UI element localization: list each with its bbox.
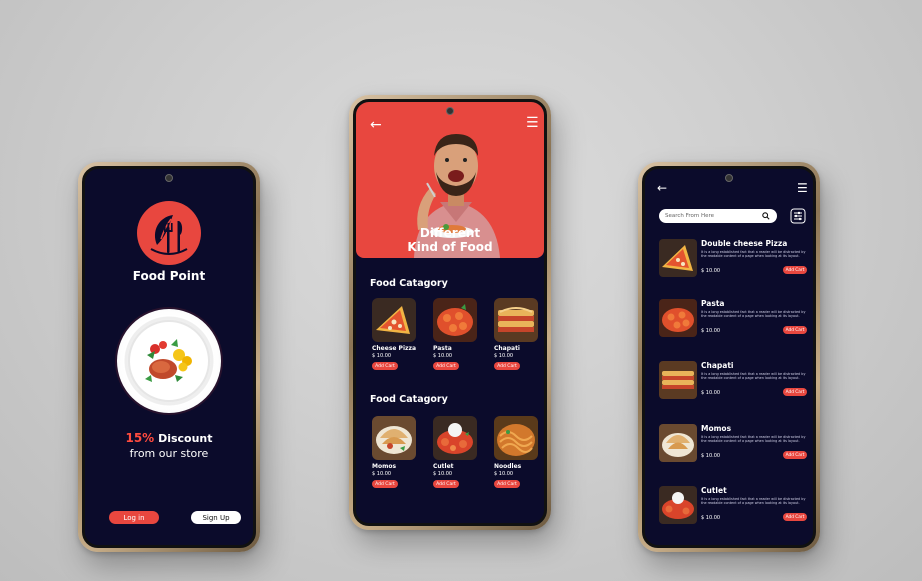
food-card-momos[interactable]: Momos $ 10.00 Add Cart xyxy=(372,416,416,488)
add-cart-button[interactable]: Add Cart xyxy=(783,388,807,396)
food-plate-image xyxy=(117,309,221,413)
pasta-image xyxy=(659,299,697,337)
hero-banner: Different Kind of Food xyxy=(356,102,544,258)
hamburger-menu-icon[interactable]: ☰ xyxy=(526,116,539,130)
cutlet-image xyxy=(433,416,477,460)
fork-leaf-logo-icon xyxy=(137,201,201,265)
add-cart-button[interactable]: Add Cart xyxy=(783,513,807,521)
noodles-image xyxy=(494,416,538,460)
cutlet-image xyxy=(659,486,697,524)
food-card-pasta[interactable]: Pasta $ 10.00 Add Cart xyxy=(433,298,477,370)
food-card-chapati[interactable]: Chapati $ 10.00 Add Cart xyxy=(494,298,538,370)
camera-icon xyxy=(446,107,454,115)
add-cart-button[interactable]: Add Cart xyxy=(372,362,398,370)
list-item-double-cheese-pizza[interactable]: Double cheese Pizza It is a long establi… xyxy=(659,239,809,281)
pizza-image xyxy=(659,239,697,277)
add-cart-button[interactable]: Add Cart xyxy=(433,362,459,370)
food-card-cheese-pizza[interactable]: Cheese Pizza $ 10.00 Add Cart xyxy=(372,298,416,370)
add-cart-button[interactable]: Add Cart xyxy=(783,326,807,334)
hero-title: Different Kind of Food xyxy=(407,226,493,254)
camera-icon xyxy=(165,174,173,182)
list-item-pasta[interactable]: Pasta It is a long established fact that… xyxy=(659,299,809,341)
signup-button[interactable]: Sign Up xyxy=(191,511,241,524)
chapati-image xyxy=(494,298,538,342)
back-arrow-icon[interactable]: ← xyxy=(657,181,667,195)
add-cart-button[interactable]: Add Cart xyxy=(433,480,459,488)
chapati-image xyxy=(659,361,697,399)
add-cart-button[interactable]: Add Cart xyxy=(494,480,520,488)
filter-icon[interactable] xyxy=(790,208,806,224)
list-item-cutlet[interactable]: Cutlet It is a long established fact tha… xyxy=(659,486,809,528)
brand-name: Food Point xyxy=(132,269,206,283)
welcome-phone: Food Point 15% Discount from our store L… xyxy=(78,162,260,552)
search-icon[interactable] xyxy=(762,212,770,220)
food-card-noodles[interactable]: Noodles $ 10.00 Add Cart xyxy=(494,416,538,488)
momos-image xyxy=(372,416,416,460)
camera-icon xyxy=(725,174,733,182)
search-input[interactable] xyxy=(659,209,777,223)
discount-subtext: from our store xyxy=(129,447,209,460)
add-cart-button[interactable]: Add Cart xyxy=(372,480,398,488)
back-arrow-icon[interactable]: ← xyxy=(370,118,382,132)
pasta-image xyxy=(433,298,477,342)
home-phone: Different Kind of Food ← ☰ Food Catagory… xyxy=(349,95,551,530)
list-screen: ← ☰ Double cheese Pizza It is a long est… xyxy=(642,166,816,548)
momos-image xyxy=(659,424,697,462)
home-screen: Different Kind of Food ← ☰ Food Catagory… xyxy=(353,99,547,526)
login-button[interactable]: Log in xyxy=(109,511,159,524)
add-cart-button[interactable]: Add Cart xyxy=(494,362,520,370)
section-title-2: Food Catagory xyxy=(370,394,448,405)
discount-text: Discount xyxy=(158,432,213,445)
discount-percent: 15% xyxy=(125,431,155,445)
add-cart-button[interactable]: Add Cart xyxy=(783,266,807,274)
add-cart-button[interactable]: Add Cart xyxy=(783,451,807,459)
food-card-cutlet[interactable]: Cutlet $ 10.00 Add Cart xyxy=(433,416,477,488)
list-phone: ← ☰ Double cheese Pizza It is a long est… xyxy=(638,162,820,552)
discount-heading: 15% Discount xyxy=(85,431,253,445)
section-title-1: Food Catagory xyxy=(370,278,448,289)
welcome-screen: Food Point 15% Discount from our store L… xyxy=(82,166,256,548)
pizza-image xyxy=(372,298,416,342)
list-item-chapati[interactable]: Chapati It is a long established fact th… xyxy=(659,361,809,403)
hamburger-menu-icon[interactable]: ☰ xyxy=(797,181,808,195)
list-item-momos[interactable]: Momos It is a long established fact that… xyxy=(659,424,809,466)
